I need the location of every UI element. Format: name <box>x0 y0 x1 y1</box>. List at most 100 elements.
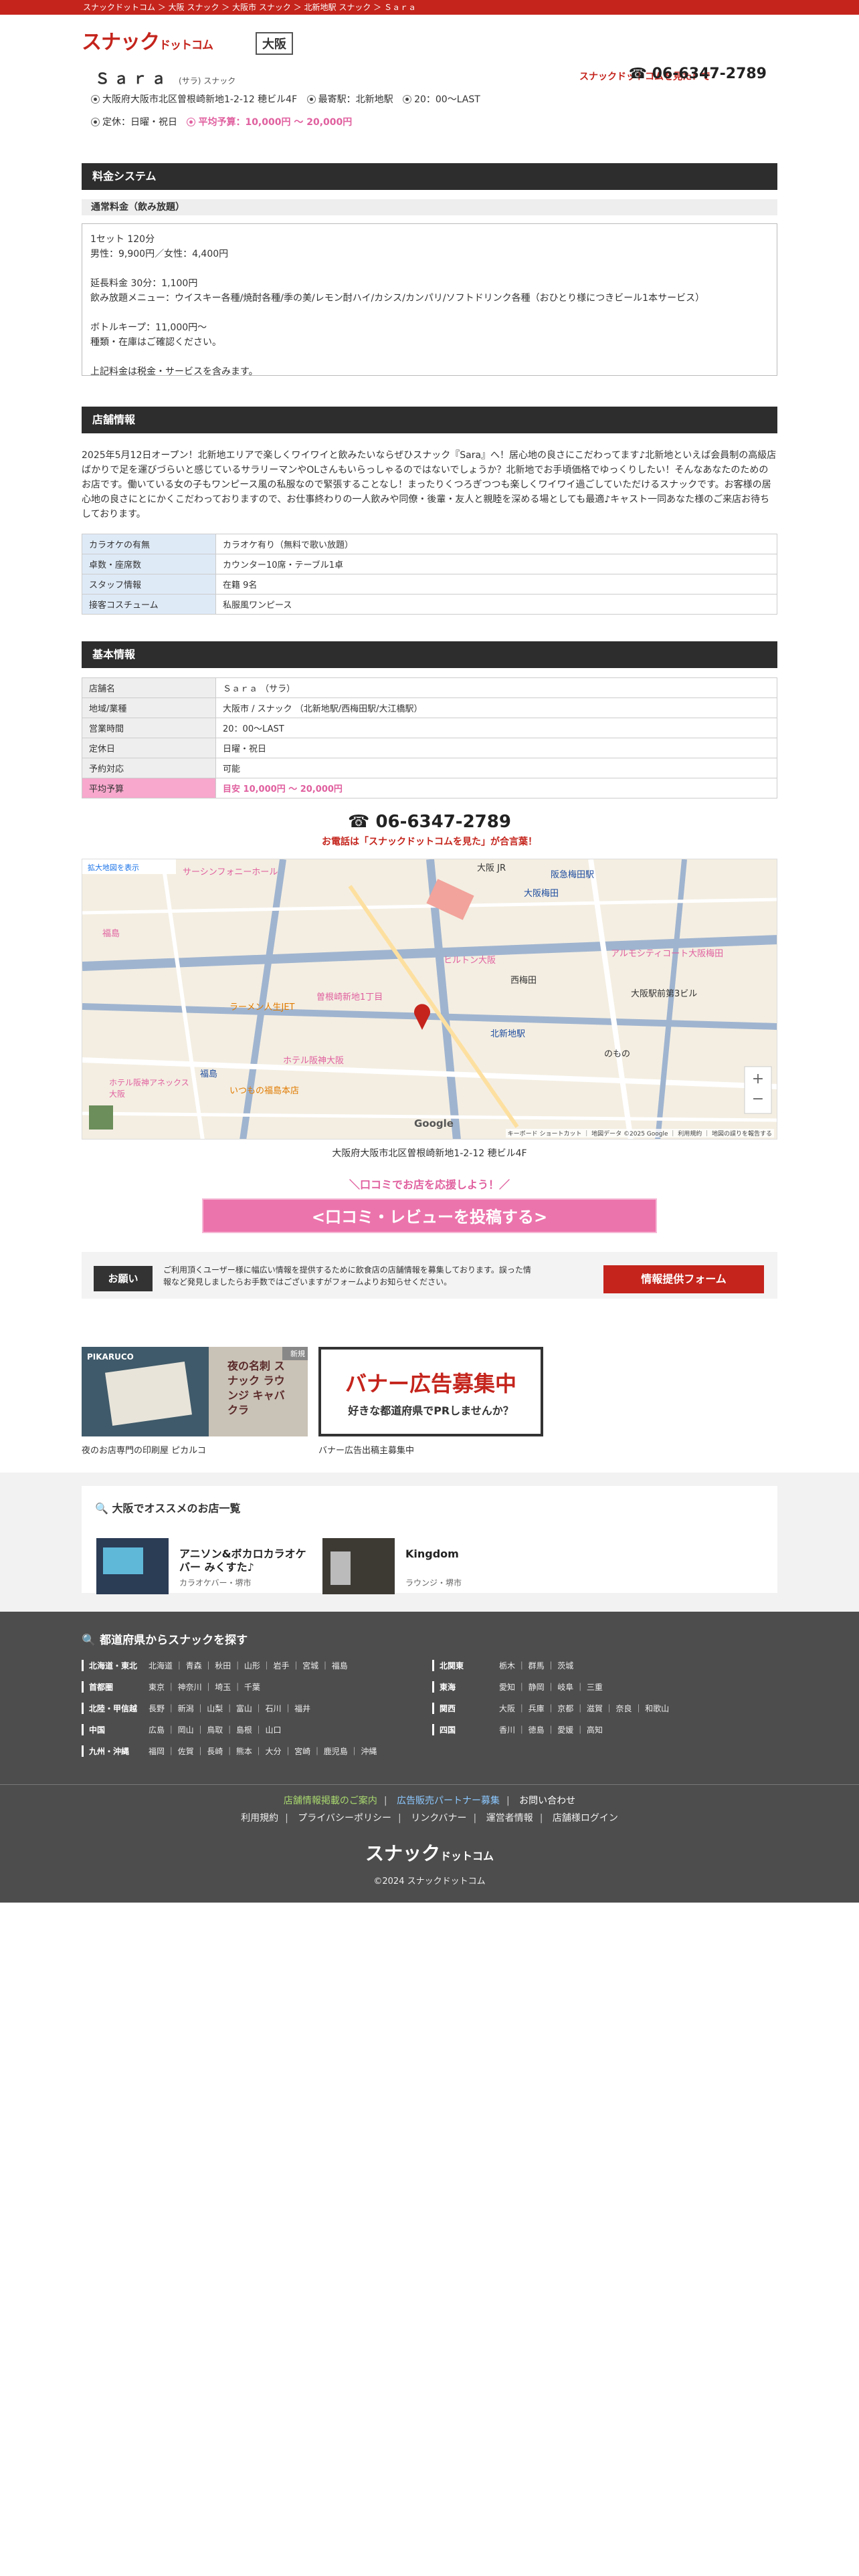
map-label: のもの <box>604 1049 631 1059</box>
region-badge[interactable]: 大阪 <box>256 32 293 55</box>
google-map[interactable]: 拡大地図を表示 サーシンフォニーホール 大阪 JR 大阪梅田 阪急梅田駅 ヒルト… <box>82 859 777 1140</box>
ad-banner-subtitle: 好きな都道府県でPRしませんか？ <box>348 1404 514 1417</box>
shop-description: 2025年5月12日オープン！北新地エリアで楽しくワイワイと飲みたいならぜひスナ… <box>82 450 777 520</box>
zoom-out-button[interactable]: − <box>747 1091 769 1109</box>
banner-image-text: 夜の名刺 スナック ラウンジ キャバクラ <box>227 1360 285 1416</box>
region-row[interactable]: 中国 広島 ｜ 岡山 ｜ 鳥取 ｜ 島根 ｜ 山口 <box>82 1724 282 1737</box>
table-row: 営業時間 20：00〜LAST <box>82 718 777 738</box>
table-row: 店舗名 Ｓａｒａ （サラ） <box>82 677 777 698</box>
recommend-title: 🔍 大阪でオススメのお店一覧 <box>95 1502 241 1515</box>
region-row[interactable]: 北陸・甲信越 長野 ｜ 新潟 ｜ 山梨 ｜ 富山 ｜ 石川 ｜ 福井 <box>82 1703 310 1716</box>
map-label: サーシンフォニーホール <box>183 867 278 877</box>
map-expand-link[interactable]: 拡大地図を表示 <box>88 862 139 873</box>
google-logo: Google <box>414 1117 454 1130</box>
price-details: 1セット 120分 男性：9,900円／女性：4,400円 延長料金 30分：1,… <box>82 223 777 377</box>
footer-links-primary: 店舗情報掲載のご案内 | 広告販売パートナー募集 | お問い合わせ <box>283 1796 576 1806</box>
region-row[interactable]: 首都圏 東京 ｜ 神奈川 ｜ 埼玉 ｜ 千葉 <box>82 1681 260 1695</box>
shop-chips: 大阪府大阪市北区曽根崎新地1-2-12 穂ビル4F 最寄駅：北新地駅 20：00… <box>91 92 487 138</box>
footer-links-secondary: 利用規約 | プライバシーポリシー | リンクバナー | 運営者情報 | 店舗様ログイン <box>241 1813 618 1824</box>
table-row: 平均予算 目安 10,000円 〜 20,000円 <box>82 778 777 798</box>
region-row[interactable]: 関西 大阪 ｜ 兵庫 ｜ 京都 ｜ 滋賀 ｜ 奈良 ｜ 和歌山 <box>432 1703 669 1716</box>
post-review-button[interactable]: <口コミ・レビューを投稿する> <box>202 1198 657 1233</box>
chip-holiday: 定休：日曜・祝日 <box>91 115 177 128</box>
region-row[interactable]: 北海道・東北 北海道 ｜ 青森 ｜ 秋田 ｜ 山形 ｜ 岩手 ｜ 宮城 ｜ 福島 <box>82 1660 348 1673</box>
footer-link[interactable]: 運営者情報 <box>486 1813 533 1824</box>
map-footer[interactable]: キーボード ショートカット ｜ 地図データ ©2025 Google ｜ 利用規… <box>505 1129 774 1138</box>
recommend-thumbnail <box>96 1538 169 1594</box>
footer-link[interactable]: お問い合わせ <box>519 1796 575 1806</box>
shop-header: Ｓａｒａ (サラ) スナック スナックドットコムを見た！で ☎ 06-6347-… <box>82 63 777 163</box>
footer-link[interactable]: 利用規約 <box>241 1813 278 1824</box>
ad-recruit-banner[interactable]: バナー広告募集中 好きな都道府県でPRしませんか？ <box>318 1347 543 1436</box>
recommend-thumbnail <box>322 1538 395 1594</box>
map-label: ホテル阪神アネックス大阪 <box>109 1078 189 1099</box>
price-subtitle: 通常料金（飲み放題） <box>82 199 777 215</box>
recommend-name: Kingdom <box>405 1547 459 1560</box>
recommend-name: アニソン&ボカロカラオケバー みくすた♪ <box>179 1547 306 1574</box>
footer-link[interactable]: リンクバナー <box>411 1813 466 1824</box>
info-table: カラオケの有無 カラオケ有り（無料で歌い放題） 卓数・座席数 カウンター10席・テー… <box>82 534 777 615</box>
ad-banner-title: バナー広告募集中 <box>345 1371 516 1396</box>
price-section-title: 料金システム <box>82 163 777 190</box>
map-label: 大阪駅前第3ビル <box>631 989 698 999</box>
footer-logo[interactable]: スナックドットコム <box>82 1839 777 1866</box>
table-row: スタッフ情報 在籍 9名 <box>82 574 777 595</box>
map-label: ラーメン人生JET <box>229 1002 295 1012</box>
banner-brand: PIKARUCO <box>87 1352 134 1362</box>
chip-budget: 平均予算：10,000円 〜 20,000円 <box>187 115 352 128</box>
table-row: 卓数・座席数 カウンター10席・テーブル1卓 <box>82 554 777 574</box>
footer-link[interactable]: プライバシーポリシー <box>298 1813 391 1824</box>
basic-section-title: 基本情報 <box>82 641 777 668</box>
pikaruco-banner[interactable]: PIKARUCO 新規 夜の名刺 スナック ラウンジ キャバクラ <box>82 1347 308 1436</box>
map-label: 阪急梅田駅 <box>551 870 595 880</box>
shop-phone[interactable]: ☎ 06-6347-2789 <box>629 66 767 82</box>
info-section-title: 店舗情報 <box>82 407 777 433</box>
chip-station: 最寄駅：北新地駅 <box>306 92 393 106</box>
table-row: 地域/業種 大阪市 / スナック （北新地駅/西梅田駅/大江橋駅） <box>82 697 777 718</box>
banner-caption[interactable]: バナー広告出稿主募集中 <box>318 1443 414 1456</box>
review-cheer: ＼口コミでお店を応援しよう！／ <box>349 1178 510 1191</box>
footer-divider <box>0 1784 859 1785</box>
breadcrumb-bar: スナックドットコム ＞ 大阪 スナック ＞ 大阪市 スナック ＞ 北新地駅 スナ… <box>0 0 859 15</box>
request-text: ご利用頂くユーザー様に幅広い情報を提供するために飲食店の店舗情報を募集しておりま… <box>163 1265 531 1287</box>
request-box: お願い ご利用頂くユーザー様に幅広い情報を提供するために飲食店の店舗情報を募集し… <box>82 1252 777 1299</box>
region-row[interactable]: 九州・沖縄 福岡 ｜ 佐賀 ｜ 長崎 ｜ 熊本 ｜ 大分 ｜ 宮崎 ｜ 鹿児島 ｜… <box>82 1745 377 1759</box>
footer-link[interactable]: 広告販売パートナー募集 <box>397 1796 500 1806</box>
table-row: カラオケの有無 カラオケ有り（無料で歌い放題） <box>82 534 777 554</box>
footer-title: 🔍 都道府県からスナックを探す <box>82 1634 248 1647</box>
table-row: 定休日 日曜・祝日 <box>82 738 777 758</box>
basic-table: 店舗名 Ｓａｒａ （サラ） 地域/業種 大阪市 / スナック （北新地駅/西梅田駅/… <box>82 677 777 798</box>
recommend-box: 🔍 大阪でオススメのお店一覧 アニソン&ボカロカラオケバー みくすた♪ カラオケ… <box>82 1486 777 1594</box>
map-label: 北新地駅 <box>490 1029 526 1039</box>
site-logo[interactable]: スナックドットコム <box>82 25 213 55</box>
search-icon: 🔍 <box>95 1502 108 1515</box>
copyright: ©2024 スナックドットコム <box>373 1876 486 1887</box>
footer-link[interactable]: 店舗情報掲載のご案内 <box>284 1796 377 1806</box>
zoom-in-button[interactable]: + <box>747 1071 769 1089</box>
table-row: 接客コスチューム 私服風ワンピース <box>82 594 777 615</box>
banner-caption[interactable]: 夜のお店専門の印刷屋 ピカルコ <box>82 1443 206 1456</box>
site-header: スナックドットコム 大阪 <box>82 15 777 63</box>
chip-hours: 20：00〜LAST <box>403 92 480 106</box>
chip-address: 大阪府大阪市北区曽根崎新地1-2-12 穂ビル4F <box>91 92 297 106</box>
info-form-button[interactable]: 情報提供フォーム <box>603 1265 764 1293</box>
shop-name: Ｓａｒａ (サラ) スナック <box>95 71 236 88</box>
region-row[interactable]: 北関東 栃木 ｜ 群馬 ｜ 茨城 <box>432 1660 573 1673</box>
recommend-category: ラウンジ・堺市 <box>405 1578 462 1588</box>
map-label: 福島 <box>200 1069 218 1079</box>
region-row[interactable]: 四国 香川 ｜ 徳島 ｜ 愛媛 ｜ 高知 <box>432 1724 603 1737</box>
search-icon: 🔍 <box>82 1634 96 1647</box>
table-row: 予約対応 可能 <box>82 758 777 778</box>
request-label: お願い <box>94 1266 153 1291</box>
recommend-category: カラオケバー・堺市 <box>179 1578 252 1588</box>
shop-kana: (サラ) スナック <box>179 76 236 86</box>
map-label: 大阪梅田 <box>524 889 559 899</box>
footer-link[interactable]: 店舗様ログイン <box>553 1813 618 1824</box>
map-label: ホテル阪神大阪 <box>283 1056 345 1066</box>
breadcrumb[interactable]: スナックドットコム ＞ 大阪 スナック ＞ 大阪市 スナック ＞ 北新地駅 スナ… <box>82 0 777 15</box>
region-row[interactable]: 東海 愛知 ｜ 静岡 ｜ 岐阜 ｜ 三重 <box>432 1681 603 1695</box>
phone-note: お電話は「スナックドットコムを見た」が合言葉！ <box>322 837 537 847</box>
map-label: いつもの福島本店 <box>229 1086 300 1096</box>
map-label: アルモシティコート大阪梅田 <box>611 949 724 959</box>
phone-number-large[interactable]: ☎ 06-6347-2789 <box>82 812 777 832</box>
